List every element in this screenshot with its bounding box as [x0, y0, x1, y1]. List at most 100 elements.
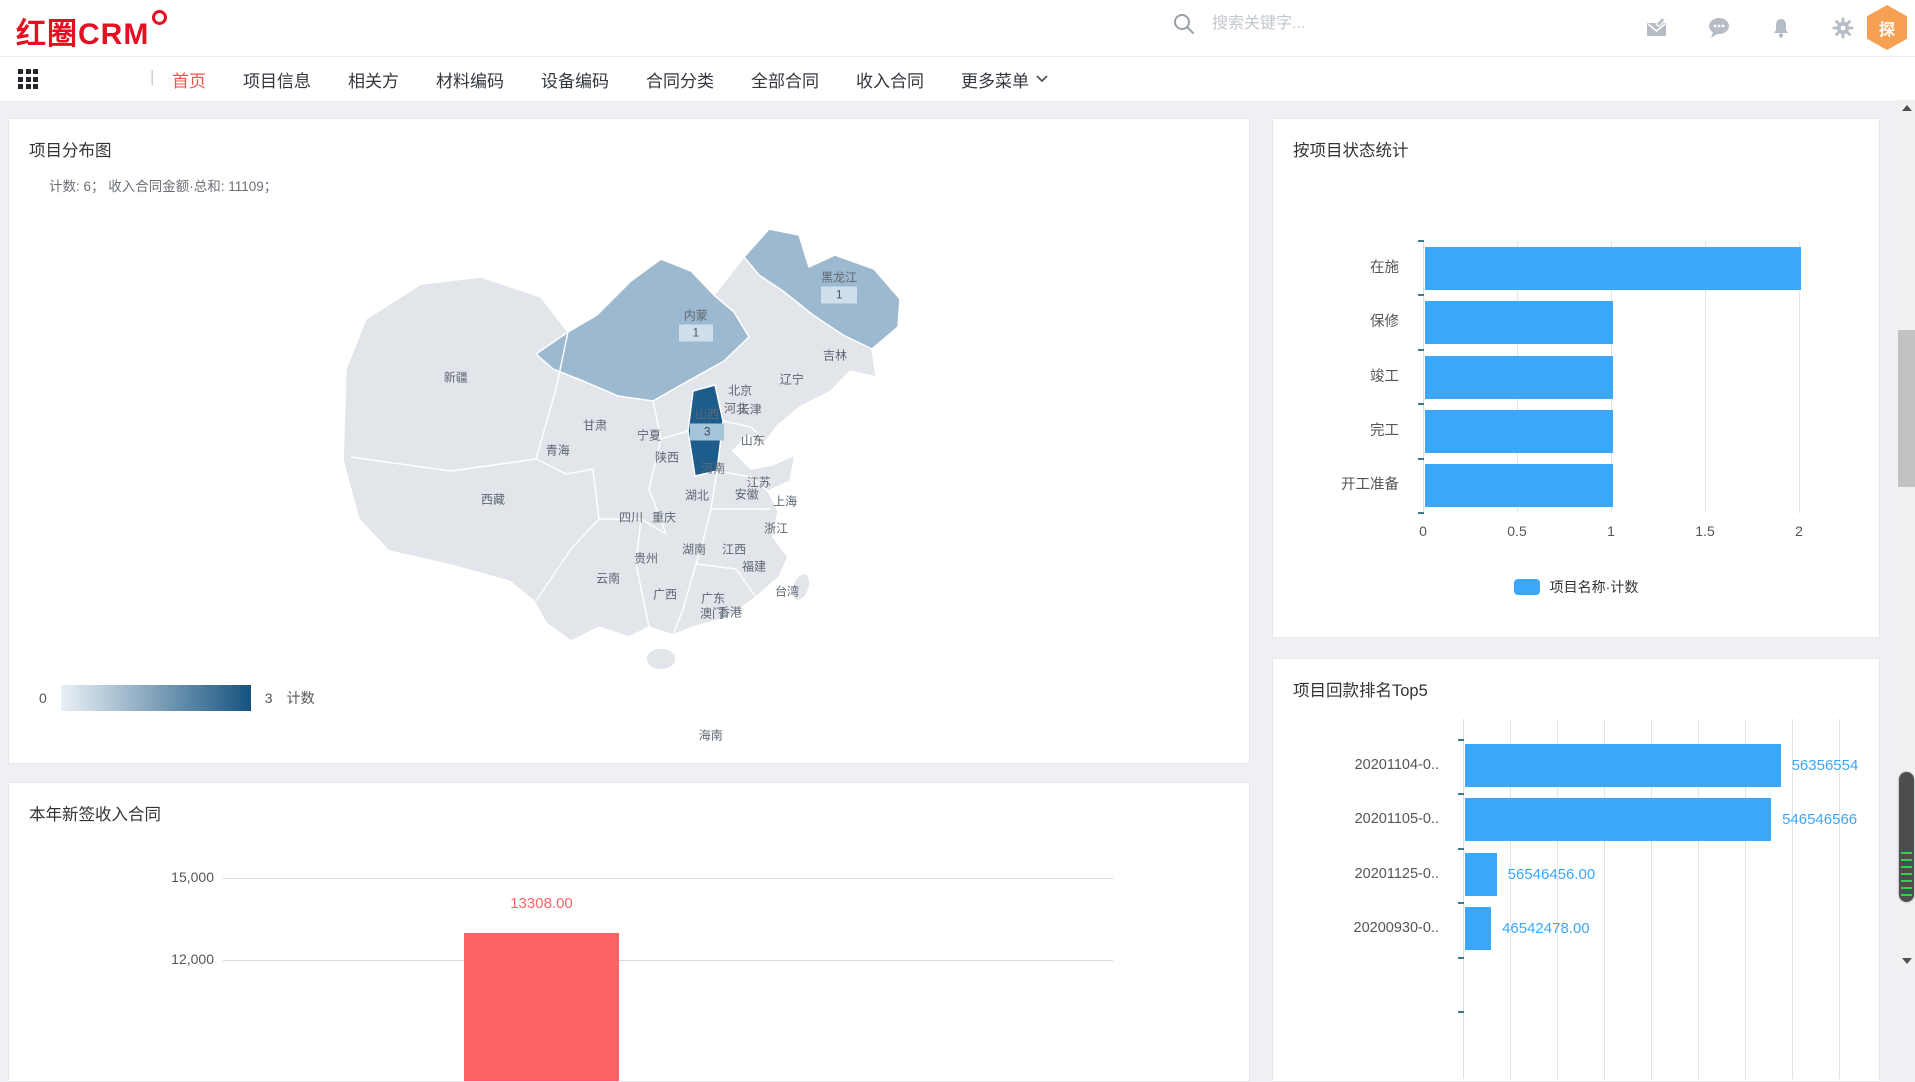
- status-legend[interactable]: 项目名称·计数: [1273, 577, 1879, 597]
- top5-value-label: 56356554: [1792, 744, 1859, 787]
- status-category-label: 在施: [1370, 247, 1399, 290]
- status-category-label: 竣工: [1370, 356, 1399, 399]
- top5-category-label: 20201105-0..: [1355, 798, 1439, 841]
- main-nav: | 首页 项目信息 相关方 材料编码 设备编码 合同分类 全部合同 收入合同 更多菜单: [0, 57, 1915, 102]
- panel-title: 按项目状态统计: [1293, 137, 1409, 161]
- status-xtick: 1: [1607, 523, 1615, 539]
- user-avatar[interactable]: 探: [1867, 5, 1907, 50]
- island-taiwan: [789, 571, 813, 603]
- panel-repayment-top5: 项目回款排名Top5 20201104-0..20201105-0..20201…: [1272, 658, 1880, 1082]
- chevron-down-icon: [1036, 75, 1048, 83]
- gridline-12000: [223, 960, 1113, 961]
- status-x-axis: 0 0.5 1 1.5 2: [1273, 523, 1879, 543]
- status-xtick: 0: [1419, 523, 1427, 539]
- axis-tick: [1458, 902, 1464, 904]
- header-actions: [1645, 0, 1855, 56]
- axis-tick: [1418, 458, 1424, 460]
- ytick-15000: 15,000: [139, 869, 214, 885]
- axis-tick: [1418, 403, 1424, 405]
- status-bar-保修[interactable]: [1425, 301, 1613, 344]
- income-bar[interactable]: [464, 933, 619, 1082]
- axis-tick: [1458, 739, 1464, 741]
- axis-tick: [1458, 793, 1464, 795]
- map-legend: 0 3 计数: [39, 685, 315, 711]
- top5-category-label: 20200930-0..: [1354, 907, 1439, 950]
- scrollbar-up-arrow[interactable]: [1898, 100, 1915, 116]
- gridline-15000: [223, 878, 1113, 879]
- status-legend-label: 项目名称·计数: [1550, 577, 1639, 597]
- map-summary: 计数: 6； 收入合同金额·总和: 11109；: [49, 175, 277, 195]
- nav-item-3[interactable]: 相关方: [348, 67, 399, 92]
- legend-min: 0: [39, 690, 47, 706]
- avatar-initial: 探: [1879, 16, 1895, 40]
- status-bar-竣工[interactable]: [1425, 356, 1613, 399]
- panel-status-stats: 按项目状态统计 在施保修竣工完工开工准备 0 0.5 1 1.5 2 项目名称·计数: [1272, 118, 1880, 638]
- status-category-label: 完工: [1370, 410, 1399, 453]
- search-icon: [1172, 12, 1196, 36]
- app-header: 红圈CRM: [0, 0, 1915, 57]
- top5-value-label: 546546566: [1782, 798, 1857, 841]
- top5-bar-20201105-0..[interactable]: [1465, 798, 1771, 841]
- status-bar-开工准备[interactable]: [1425, 464, 1613, 507]
- nav-item-8[interactable]: 收入合同: [856, 67, 924, 92]
- nav-item-6[interactable]: 合同分类: [646, 67, 714, 92]
- status-xtick: 0.5: [1507, 523, 1526, 539]
- nav-item-9[interactable]: 更多菜单: [961, 67, 1048, 92]
- chat-icon[interactable]: [1707, 16, 1731, 40]
- app-logo: 红圈CRM: [16, 9, 167, 53]
- top5-value-label: 56546456.00: [1508, 853, 1596, 896]
- nav-item-5[interactable]: 设备编码: [541, 67, 609, 92]
- legend-gradient-bar: [61, 685, 251, 711]
- axis-tick: [1418, 349, 1424, 351]
- floating-widget[interactable]: [1899, 772, 1914, 902]
- status-xtick: 1.5: [1695, 523, 1714, 539]
- legend-unit: 计数: [287, 688, 315, 708]
- panel-title: 项目回款排名Top5: [1293, 677, 1428, 701]
- nav-divider: |: [150, 67, 154, 87]
- axis-tick: [1418, 294, 1424, 296]
- nav-item-2[interactable]: 项目信息: [243, 67, 311, 92]
- panel-title: 项目分布图: [29, 137, 112, 161]
- panel-project-map: 项目分布图 计数: 6； 收入合同金额·总和: 11109；: [8, 118, 1250, 764]
- nav-item-1[interactable]: 首页: [172, 67, 206, 92]
- scrollbar-thumb[interactable]: [1898, 330, 1915, 487]
- region-shanxi: [688, 385, 723, 476]
- top5-bar-20201125-0..[interactable]: [1465, 853, 1497, 896]
- top5-value-label: 46542478.00: [1502, 907, 1590, 950]
- china-map[interactable]: 新疆西藏青海甘肃宁夏陕西四川重庆贵州云南广西内蒙1黑龙江1吉林辽宁北京河北天津山…: [331, 219, 931, 764]
- status-categories: 在施保修竣工完工开工准备: [1273, 241, 1411, 513]
- logo-degree-mark: [152, 10, 167, 25]
- nav-item-7[interactable]: 全部合同: [751, 67, 819, 92]
- bell-icon[interactable]: [1769, 16, 1793, 40]
- scrollbar-down-arrow[interactable]: [1898, 953, 1915, 969]
- ytick-12000: 12,000: [139, 951, 214, 967]
- axis-tick: [1458, 848, 1464, 850]
- panel-title: 本年新签收入合同: [29, 801, 161, 825]
- bar-value-label: 13308.00: [464, 895, 619, 912]
- top5-categories: 20201104-0.. 20201105-0.. 20201125-0.. 2020…: [1273, 719, 1451, 1079]
- mail-icon[interactable]: [1645, 16, 1669, 40]
- top5-category-label: 20201104-0..: [1355, 744, 1439, 787]
- apps-grid-icon[interactable]: [18, 69, 38, 89]
- island-hainan: [646, 648, 676, 670]
- global-search: [1172, 12, 1434, 36]
- top5-bar-20200930-0..[interactable]: [1465, 907, 1491, 950]
- status-bar-在施[interactable]: [1425, 247, 1801, 290]
- search-input[interactable]: [1210, 14, 1434, 34]
- china-map-svg: [331, 219, 931, 764]
- top5-bar-20201104-0..[interactable]: [1465, 744, 1781, 787]
- legend-max: 3: [265, 690, 273, 706]
- gear-icon[interactable]: [1831, 16, 1855, 40]
- status-category-label: 开工准备: [1341, 464, 1399, 507]
- status-legend-marker: [1514, 579, 1540, 595]
- panel-income-contracts: 本年新签收入合同 15,000 12,000 13308.00: [8, 782, 1250, 1082]
- status-bar-完工[interactable]: [1425, 410, 1613, 453]
- status-category-label: 保修: [1370, 301, 1399, 344]
- axis-tick: [1418, 240, 1424, 242]
- status-xtick: 2: [1795, 523, 1803, 539]
- top5-category-label: 20201125-0..: [1355, 853, 1439, 896]
- top5-plot: 56356554 546546566 56546456.00 46542478.00: [1463, 719, 1880, 1079]
- widget-stripes: [1901, 852, 1912, 896]
- nav-item-4[interactable]: 材料编码: [436, 67, 504, 92]
- nav-items: 首页 项目信息 相关方 材料编码 设备编码 合同分类 全部合同 收入合同 更多菜单: [172, 57, 1048, 101]
